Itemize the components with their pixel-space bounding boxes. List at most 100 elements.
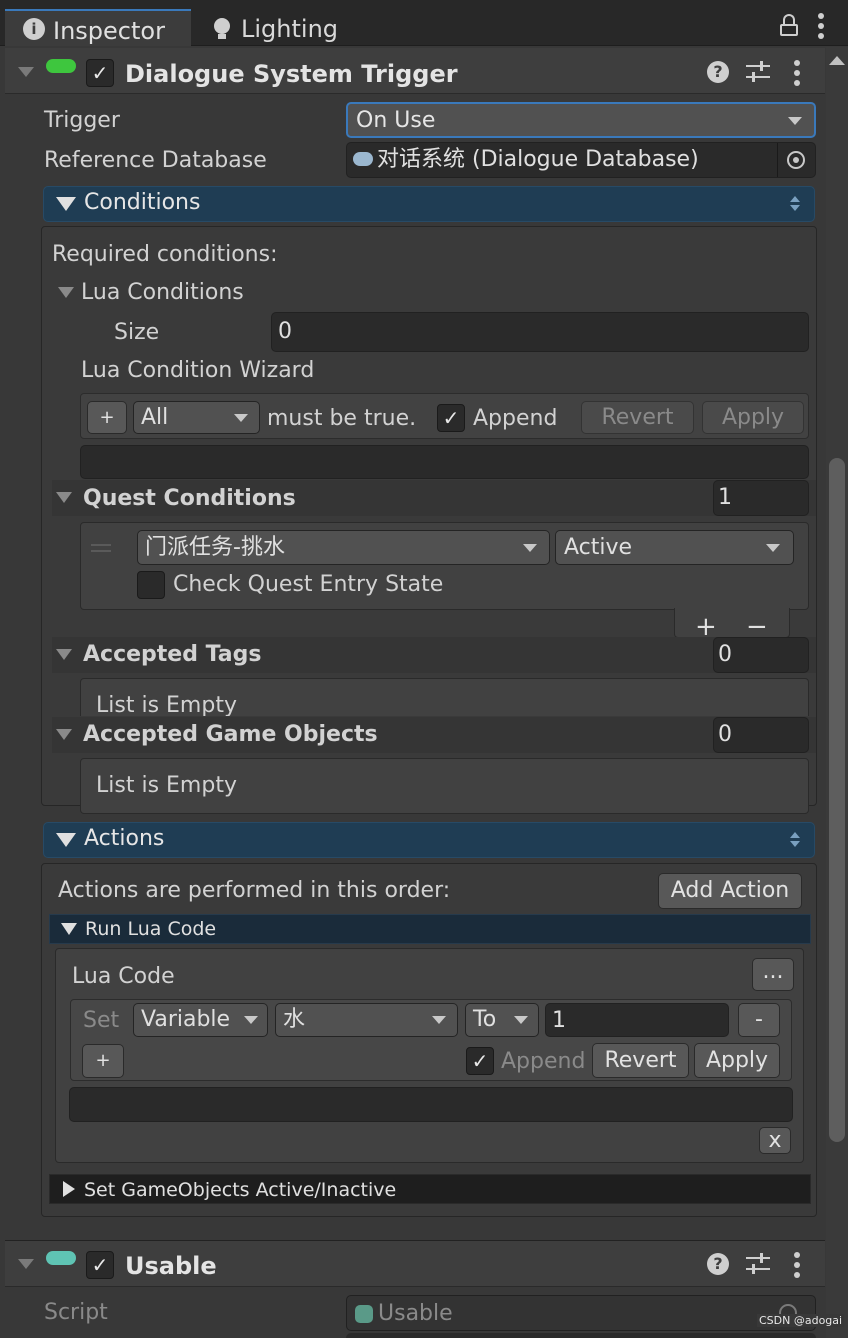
lightbulb-base (218, 34, 226, 39)
chevron-down-icon (514, 1016, 528, 1024)
scrollbar-thumb[interactable] (829, 458, 845, 1142)
component-menu-icon[interactable] (791, 1252, 803, 1278)
quest-conditions-label: Quest Conditions (83, 486, 296, 511)
conditions-foldout-header[interactable]: Conditions (43, 186, 815, 222)
lock-icon[interactable] (780, 14, 798, 36)
revert-button[interactable]: Revert (581, 401, 694, 434)
object-picker-separator (777, 143, 778, 177)
tags-empty-text: List is Empty (96, 693, 237, 717)
component-menu-icon[interactable] (791, 60, 803, 86)
tab-inspector[interactable]: i Inspector (5, 9, 191, 46)
tags-count-value: 0 (718, 642, 732, 667)
foldout-arrow-right-icon (63, 1181, 75, 1197)
set-gameobjects-header[interactable]: Set GameObjects Active/Inactive (49, 1174, 811, 1204)
foldout-arrow-icon (56, 197, 76, 211)
lightbulb-icon (214, 18, 230, 34)
foldout-arrow-icon[interactable] (56, 729, 72, 740)
trigger-value: On Use (356, 108, 436, 133)
refdb-object-field[interactable]: 对话系统 (Dialogue Database) (346, 142, 816, 178)
wizard-add-button[interactable]: + (87, 401, 127, 434)
foldout-arrow-icon[interactable] (18, 1259, 34, 1269)
to-dropdown[interactable]: To (465, 1003, 539, 1037)
chevron-down-icon (432, 1016, 446, 1024)
chevron-down-icon (244, 1016, 258, 1024)
remove-row-button[interactable]: - (738, 1003, 780, 1037)
foldout-arrow-icon[interactable] (18, 67, 34, 77)
remove-action-button[interactable]: x (759, 1127, 791, 1154)
foldout-arrow-icon (61, 923, 77, 935)
variable-name-dropdown[interactable]: 水 (275, 1003, 458, 1037)
foldout-arrow-icon[interactable] (56, 492, 72, 503)
lua-code-text-area[interactable] (69, 1087, 793, 1122)
usable-title: Usable (125, 1252, 217, 1280)
chevron-down-icon (766, 544, 780, 552)
must-be-true-label: must be true. (267, 406, 417, 431)
help-icon[interactable]: ? (707, 1253, 729, 1275)
run-lua-header[interactable]: Run Lua Code (49, 914, 811, 944)
accepted-tags-list: List is Empty (80, 678, 809, 716)
object-picker-icon[interactable] (787, 151, 805, 169)
dialogue-database-icon (353, 152, 373, 166)
accepted-gos-list: List is Empty (80, 758, 809, 814)
script-value: Usable (378, 1301, 453, 1326)
presets-icon[interactable] (746, 61, 770, 83)
set-label: Set (83, 1008, 120, 1033)
all-dropdown[interactable]: All (133, 401, 260, 434)
to-value: To (473, 1007, 497, 1032)
size-input[interactable]: 0 (271, 312, 809, 352)
info-icon: i (23, 18, 45, 40)
actions-foldout-header[interactable]: Actions (43, 822, 815, 858)
tab-label: Lighting (241, 15, 339, 43)
revert-button[interactable]: Revert (592, 1043, 689, 1078)
tab-lighting[interactable]: Lighting (200, 9, 360, 46)
presets-icon[interactable] (746, 1253, 770, 1275)
quest-conditions-count[interactable]: 1 (713, 480, 809, 516)
lua-wizard-label: Lua Condition Wizard (81, 358, 315, 383)
scroll-up-arrow-icon[interactable] (829, 56, 845, 65)
quest-count-value: 1 (718, 485, 732, 510)
kebab-menu-icon[interactable] (813, 13, 829, 39)
variable-name-value: 水 (283, 1007, 306, 1032)
trigger-label: Trigger (44, 108, 120, 133)
usable-enabled-checkbox[interactable]: ✓ (86, 1251, 114, 1279)
quest-name-dropdown[interactable]: 门派任务-挑水 (137, 530, 550, 565)
append-label: Append (473, 406, 558, 431)
required-conditions-label: Required conditions: (52, 242, 278, 267)
script-object-field: Usable (346, 1295, 816, 1331)
lua-condition-text-area[interactable] (80, 445, 809, 479)
size-label: Size (114, 320, 160, 345)
trigger-dropdown[interactable]: On Use (346, 102, 816, 138)
drag-handle-icon[interactable] (91, 544, 111, 552)
accepted-tags-count[interactable]: 0 (713, 637, 809, 673)
quest-state-dropdown[interactable]: Active (555, 530, 794, 565)
foldout-arrow-icon[interactable] (58, 287, 74, 298)
script-label: Script (44, 1300, 108, 1325)
next-field-edge (346, 1333, 816, 1338)
help-icon[interactable]: ? (707, 61, 729, 83)
add-row-button[interactable]: + (82, 1044, 124, 1078)
apply-button[interactable]: Apply (702, 401, 804, 434)
append-checkbox[interactable]: ✓ (466, 1047, 494, 1075)
append-label: Append (501, 1049, 586, 1074)
accepted-gos-count[interactable]: 0 (713, 717, 809, 753)
foldout-arrow-icon[interactable] (56, 649, 72, 660)
actions-order-text: Actions are performed in this order: (58, 878, 451, 903)
apply-button[interactable]: Apply (694, 1043, 780, 1078)
append-checkbox[interactable]: ✓ (437, 404, 465, 432)
quest-name-value: 门派任务-挑水 (145, 535, 285, 560)
check-entry-state-checkbox[interactable] (137, 571, 165, 599)
lua-conditions-label: Lua Conditions (81, 280, 244, 305)
assign-value-input[interactable]: 1 (545, 1003, 729, 1037)
refdb-value: 对话系统 (Dialogue Database) (377, 147, 699, 172)
enabled-checkbox[interactable]: ✓ (86, 59, 114, 87)
variable-type-dropdown[interactable]: Variable (133, 1003, 268, 1037)
accepted-gos-label: Accepted Game Objects (83, 722, 378, 747)
add-action-button[interactable]: Add Action (658, 873, 802, 909)
all-value: All (141, 405, 169, 430)
variable-type-value: Variable (141, 1007, 231, 1032)
set-gameobjects-title: Set GameObjects Active/Inactive (84, 1179, 397, 1201)
quest-state-value: Active (564, 535, 633, 560)
lua-code-ellipsis-button[interactable]: ... (752, 958, 794, 991)
chevron-down-icon (788, 117, 802, 125)
foldout-arrow-icon (56, 833, 76, 847)
